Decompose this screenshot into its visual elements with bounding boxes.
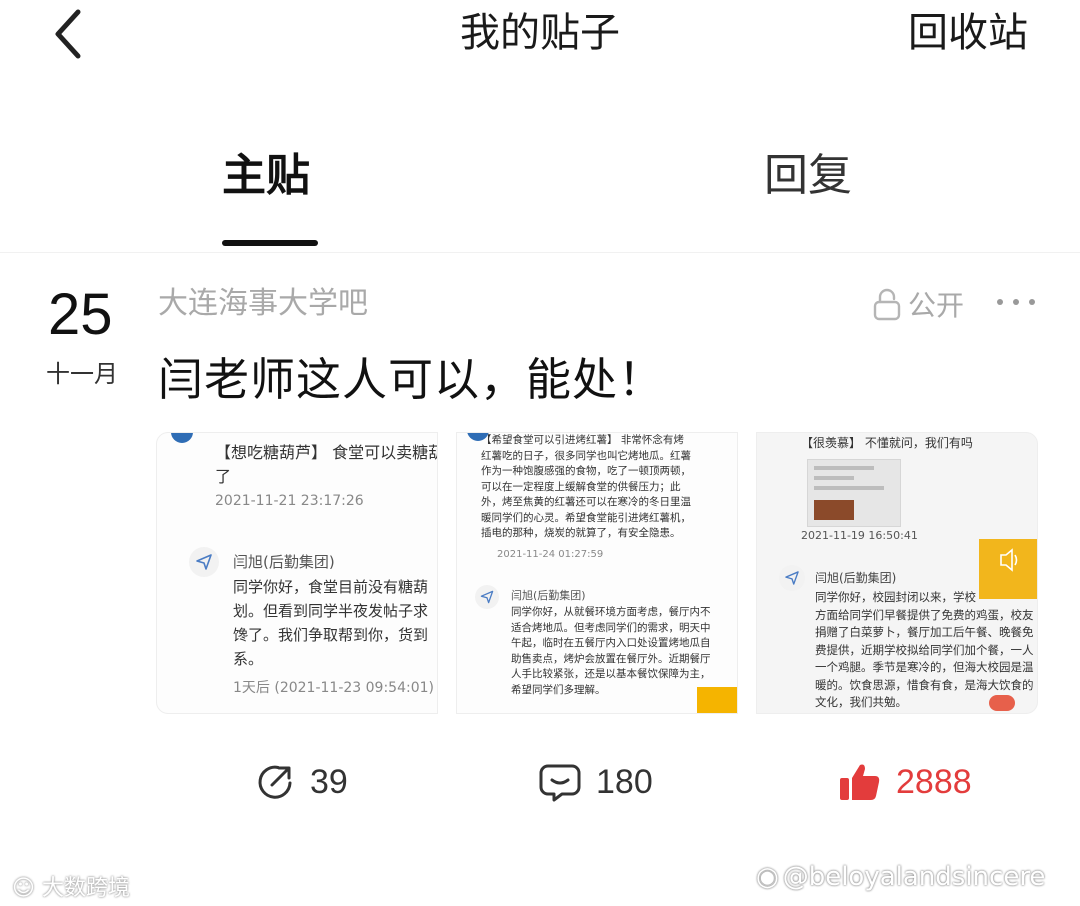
visibility-status[interactable]: 公开 bbox=[872, 284, 964, 324]
thumb-question: 【想吃糖葫芦】 食堂可以卖糖葫 了 bbox=[215, 443, 438, 486]
thumb-replier: 闫旭(后勤集团) bbox=[511, 589, 586, 602]
thumb-question-date: 2021-11-24 01:27:59 bbox=[497, 549, 604, 560]
post-image-1[interactable]: 【想吃糖葫芦】 食堂可以卖糖葫 了 2021-11-21 23:17:26 闫旭… bbox=[156, 432, 438, 714]
active-tab-indicator bbox=[222, 240, 318, 246]
post-title[interactable]: 闫老师这人可以，能处！ bbox=[158, 348, 664, 412]
send-icon bbox=[475, 585, 499, 609]
post-month: 十一月 bbox=[46, 360, 118, 388]
send-icon bbox=[779, 565, 805, 591]
share-button[interactable]: 39 bbox=[254, 752, 348, 812]
share-count: 39 bbox=[310, 762, 348, 801]
thumb-answer: 同学你好，校园封闭以来，学校 方面给同学们早餐提供了免费的鸡蛋，校友 捐赠了白菜… bbox=[815, 590, 1034, 709]
thumb-question: 【很羡慕】 不懂就问，我们有吗 bbox=[801, 436, 973, 450]
share-icon bbox=[258, 765, 292, 799]
tab-main-posts[interactable]: 主贴 bbox=[222, 148, 310, 204]
embedded-screenshot bbox=[807, 459, 901, 527]
post-image-2[interactable]: 【希望食堂可以引进烤红薯】 非常怀念有烤 红薯吃的日子，很多同学也叫它烤地瓜。红… bbox=[456, 432, 738, 714]
thumb-question-date: 2021-11-19 16:50:41 bbox=[801, 529, 918, 542]
watermark-left: ☺ 大数跨境 bbox=[12, 876, 130, 901]
watermark-right: ◉ @beloyalandsincere bbox=[756, 862, 1046, 892]
thumb-replier: 闫旭(后勤集团) bbox=[815, 571, 897, 585]
comment-button[interactable]: 180 bbox=[538, 752, 653, 812]
watermark-badge bbox=[697, 687, 737, 713]
speaker-icon bbox=[1000, 548, 1018, 572]
lock-icon bbox=[873, 288, 901, 321]
visibility-label: 公开 bbox=[908, 289, 965, 322]
comment-count: 180 bbox=[596, 762, 653, 801]
post-day: 25 bbox=[48, 282, 113, 347]
thumb-answer: 同学你好，从就餐环境方面考虑，餐厅内不 适合烤地瓜。但考虑同学们的需求，明天中 … bbox=[511, 606, 711, 696]
like-button[interactable]: 2888 bbox=[838, 752, 972, 812]
badge bbox=[989, 695, 1015, 711]
feedback-widget bbox=[979, 539, 1037, 599]
avatar bbox=[171, 433, 193, 443]
watermark-logo-icon: ☺ bbox=[12, 876, 35, 901]
weibo-icon: ◉ bbox=[756, 862, 779, 892]
forum-name-link[interactable]: 大连海事大学吧 bbox=[158, 284, 368, 324]
thumb-question-date: 2021-11-21 23:17:26 bbox=[215, 493, 364, 509]
thumb-replier: 闫旭(后勤集团) bbox=[233, 553, 335, 571]
comment-icon bbox=[539, 764, 581, 802]
more-options-button[interactable] bbox=[994, 290, 1038, 314]
thumb-question: 【希望食堂可以引进烤红薯】 非常怀念有烤 红薯吃的日子，很多同学也叫它烤地瓜。红… bbox=[481, 434, 691, 539]
send-icon bbox=[189, 547, 219, 577]
more-dots-icon bbox=[997, 299, 1035, 305]
post-image-3[interactable]: 【很羡慕】 不懂就问，我们有吗 2021-11-19 16:50:41 闫旭(后… bbox=[756, 432, 1038, 714]
thumb-answer-date: 1天后 (2021-11-23 09:54:01) bbox=[233, 680, 434, 696]
recycle-bin-button[interactable]: 回收站 bbox=[908, 8, 1028, 58]
divider bbox=[0, 252, 1080, 253]
thumb-answer: 同学你好，食堂目前没有糖葫 划。但看到同学半夜发帖子求 馋了。我们争取帮到你，货… bbox=[233, 578, 429, 668]
like-count: 2888 bbox=[896, 762, 972, 801]
thumbs-up-icon bbox=[840, 764, 880, 800]
tab-replies[interactable]: 回复 bbox=[764, 148, 852, 204]
